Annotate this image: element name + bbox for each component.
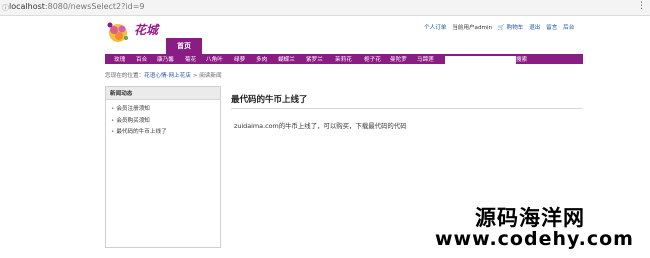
- bullet-icon: •: [111, 106, 115, 112]
- url-path: :8080/newsSelect2?id=9: [44, 2, 145, 11]
- nav-item-succulent[interactable]: 多肉: [256, 55, 267, 63]
- sidebar-title: 新闻动态: [110, 91, 133, 97]
- info-icon[interactable]: ⓘ: [2, 3, 9, 13]
- search-input[interactable]: [445, 56, 516, 64]
- news-sidebar: 新闻动态 • 会员注册须知 • 会员购买须知 • 最代码的牛币上线了: [105, 86, 221, 248]
- top-links: 个人订单 当前用户admin 🛒 购物车 退出 留言 后台: [424, 23, 578, 31]
- breadcrumb-current: 阅读新闻: [199, 73, 222, 79]
- cart-link[interactable]: 购物车: [507, 25, 524, 31]
- nav-item-calla[interactable]: 马蹄莲: [417, 55, 434, 63]
- sidebar-header: 新闻动态: [106, 87, 220, 100]
- orders-link[interactable]: 个人订单: [424, 25, 446, 31]
- browser-menu-icon[interactable]: ⋮: [637, 1, 646, 11]
- article-title: 最代码的牛币上线了: [231, 95, 308, 105]
- nav-item-carnation[interactable]: 康乃馨: [157, 55, 174, 63]
- nav-item-chrysanthemum[interactable]: 菊花: [185, 55, 196, 63]
- sidebar-news-item[interactable]: • 会员购买须知: [111, 116, 150, 124]
- sidebar-news-item[interactable]: • 会员注册须知: [111, 104, 150, 112]
- sidebar-news-label: 最代码的牛币上线了: [116, 129, 167, 135]
- logo-text: 花城: [134, 23, 159, 37]
- browser-address-bar[interactable]: ⓘ localhost:8080/newsSelect2?id=9 ⋮: [0, 0, 650, 16]
- url-field[interactable]: localhost:8080/newsSelect2?id=9: [9, 2, 144, 11]
- cart-icon[interactable]: 🛒: [498, 25, 505, 31]
- title-divider: [231, 108, 583, 109]
- nav-item-datura[interactable]: 曼陀罗: [390, 55, 407, 63]
- nav-item-jasmine[interactable]: 茉莉花: [335, 55, 352, 63]
- nav-item-pothos[interactable]: 绿萝: [234, 55, 245, 63]
- breadcrumb-prefix: 您现在的位置：: [105, 73, 145, 79]
- url-host: localhost: [9, 2, 45, 11]
- breadcrumb-separator: >: [190, 73, 200, 79]
- search-button[interactable]: 搜索: [516, 55, 527, 63]
- nav-item-violet[interactable]: 紫罗兰: [306, 55, 323, 63]
- nav-item-rose[interactable]: 玫瑰: [114, 55, 125, 63]
- nav-item-gardenia[interactable]: 栀子花: [364, 55, 381, 63]
- sidebar-news-item[interactable]: • 最代码的牛币上线了: [111, 127, 167, 135]
- nav-item-orchid[interactable]: 蝴蝶兰: [278, 55, 295, 63]
- backend-link[interactable]: 后台: [563, 25, 574, 31]
- nav-item-octagon-leaf[interactable]: 八角叶: [206, 55, 223, 63]
- message-link[interactable]: 留言: [546, 25, 557, 31]
- tab-home[interactable]: 首页: [166, 38, 202, 54]
- sidebar-news-label: 会员购买须知: [116, 118, 150, 124]
- nav-item-lily[interactable]: 百合: [136, 55, 147, 63]
- watermark-url: www.codehy.com: [435, 228, 634, 250]
- bullet-icon: •: [111, 118, 115, 124]
- bullet-icon: •: [111, 129, 115, 135]
- article-body: zuidaima.com的牛币上线了，可以购买，下载最代码的代码: [234, 122, 407, 130]
- sidebar-news-label: 会员注册须知: [116, 106, 150, 112]
- logout-link[interactable]: 退出: [529, 25, 540, 31]
- breadcrumb: 您现在的位置：花语心情-网上花店 > 阅读新闻: [105, 71, 222, 79]
- current-user-label: 当前用户admin: [452, 25, 493, 31]
- breadcrumb-site-link[interactable]: 花语心情-网上花店: [144, 73, 191, 79]
